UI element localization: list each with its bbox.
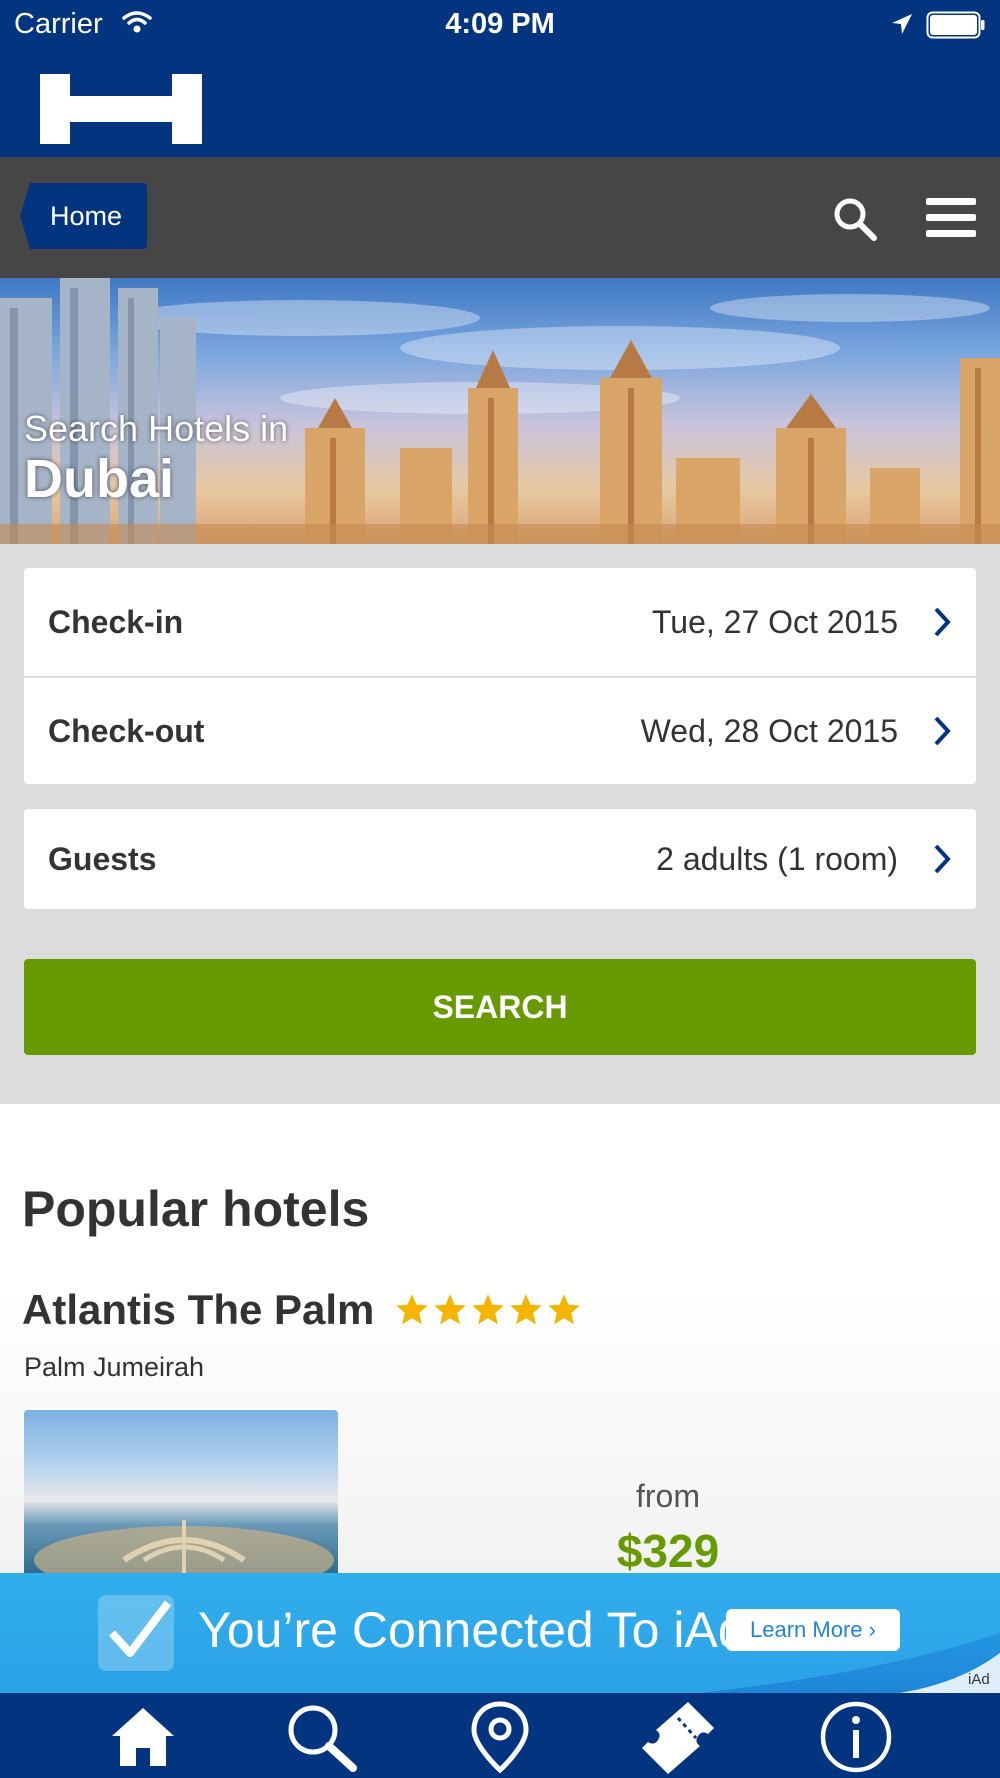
status-time: 4:09 PM [445,8,555,40]
star-icon [472,1294,504,1325]
checkout-row[interactable]: Check-out Wed, 28 Oct 2015 [24,676,976,784]
chevron-right-icon [934,844,951,874]
battery-icon [926,11,986,44]
search-icon[interactable] [832,196,878,247]
tab-bookings[interactable] [638,1699,718,1775]
hero-banner: Search Hotels in Dubai [0,278,1000,544]
app-header: Carrier 4:09 PM [0,0,1000,157]
brand-logo[interactable] [38,72,204,151]
checkin-row[interactable]: Check-in Tue, 27 Oct 2015 [24,568,976,676]
ticket-icon [642,1702,714,1774]
search-button[interactable]: SEARCH [24,959,976,1055]
star-icon [548,1294,580,1325]
hotel-location: Palm Jumeirah [24,1352,205,1382]
info-icon [820,1701,892,1773]
star-icon [434,1294,466,1325]
chevron-right-icon [934,607,951,637]
checkout-label: Check-out [48,712,205,749]
price-prefix: from [636,1478,700,1514]
guests-row[interactable]: Guests 2 adults (1 room) [24,809,976,909]
map-pin-icon [471,1701,529,1774]
checkout-value: Wed, 28 Oct 2015 [640,712,898,749]
checkin-label: Check-in [48,603,184,640]
tab-info[interactable] [816,1699,896,1775]
ad-banner[interactable]: You’re Connected To iAd Learn More › iAd [0,1573,1000,1693]
popular-hotels-section: Popular hotels Atlantis The Palm Palm Ju… [0,1104,1000,1577]
checkmark-icon [98,1595,174,1671]
chevron-right-icon [934,716,951,746]
star-rating [394,1292,582,1328]
tab-search[interactable] [282,1699,362,1775]
ad-message: You’re Connected To iAd [198,1602,746,1658]
guests-card: Guests 2 adults (1 room) [24,809,976,909]
search-icon [288,1705,357,1772]
hotel-photo[interactable] [24,1410,338,1574]
price-value: $329 [616,1525,720,1577]
guests-label: Guests [48,840,157,877]
checkin-value: Tue, 27 Oct 2015 [651,603,898,640]
hamburger-menu-icon[interactable] [926,196,976,245]
hotel-name-link[interactable]: Atlantis The Palm [22,1286,374,1334]
star-icon [510,1294,542,1325]
tab-home[interactable] [103,1699,183,1775]
learn-more-button[interactable]: Learn More › [726,1609,900,1651]
star-icon [396,1294,428,1325]
status-bar: Carrier 4:09 PM [0,0,1000,52]
dates-card: Check-in Tue, 27 Oct 2015 Check-out Wed,… [24,568,976,784]
search-form: Check-in Tue, 27 Oct 2015 Check-out Wed,… [0,544,1000,1104]
hero-city-title: Dubai [24,449,175,509]
guests-value: 2 adults (1 room) [656,840,898,877]
bottom-tab-bar [0,1693,1000,1778]
tab-map[interactable] [460,1699,540,1775]
section-heading: Popular hotels [22,1181,370,1237]
location-arrow-icon [890,12,914,41]
home-icon [112,1708,174,1766]
ad-tag: iAd [968,1671,990,1688]
home-breadcrumb-button[interactable]: Home [20,183,147,249]
hero-subtitle: Search Hotels in [24,408,289,449]
